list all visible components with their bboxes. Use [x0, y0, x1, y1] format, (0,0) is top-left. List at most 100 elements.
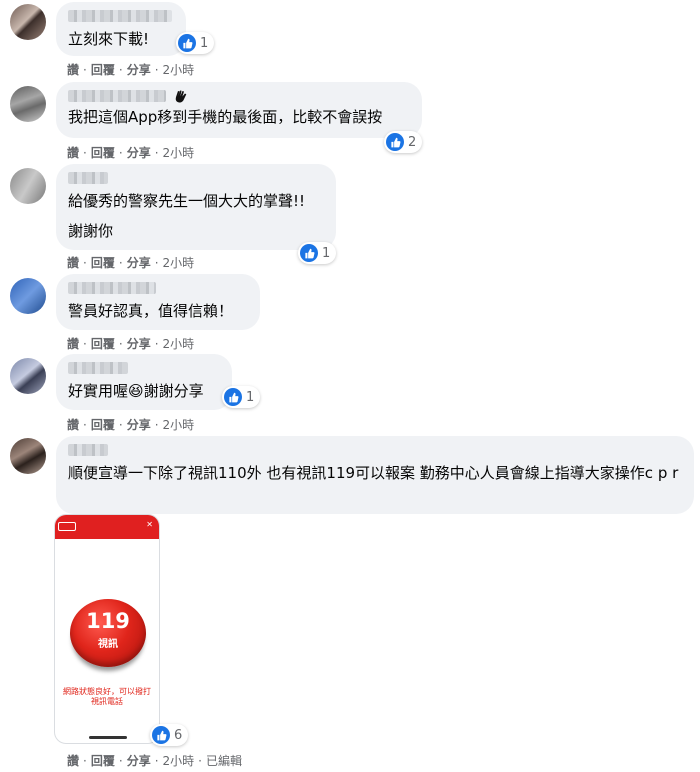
- timestamp[interactable]: 2小時: [163, 416, 195, 433]
- like-link[interactable]: 讚: [67, 144, 79, 161]
- author-name[interactable]: [68, 444, 108, 456]
- separator: ·: [83, 417, 87, 432]
- separator: ·: [83, 753, 87, 768]
- reaction-count: 6: [174, 727, 183, 743]
- comment-actions: 讚 · 回覆 · 分享 · 2小時 · 已編輯: [67, 752, 242, 769]
- like-link[interactable]: 讚: [67, 254, 79, 271]
- reaction-badge[interactable]: 2: [384, 131, 423, 153]
- comment-bubble: 立刻來下載!: [56, 2, 186, 56]
- avatar[interactable]: [10, 168, 46, 204]
- close-icon: ✕: [146, 520, 153, 529]
- status-note: 網路狀態良好，可以撥打視訊電話: [63, 687, 151, 706]
- separator: ·: [154, 62, 159, 77]
- avatar[interactable]: [10, 4, 46, 40]
- separator: ·: [83, 145, 87, 160]
- reaction-count: 1: [322, 245, 331, 261]
- avatar[interactable]: [10, 86, 46, 122]
- author-name[interactable]: [68, 10, 172, 22]
- timestamp[interactable]: 2小時: [163, 61, 195, 78]
- attached-image[interactable]: ✕ 119 視訊 網路狀態良好，可以撥打視訊電話: [54, 514, 160, 744]
- share-link[interactable]: 分享: [127, 335, 151, 352]
- separator: ·: [118, 417, 123, 432]
- separator: ·: [154, 753, 159, 768]
- comment-text: 好實用喔😆謝謝分享: [68, 380, 220, 402]
- reaction-count: 1: [246, 389, 255, 405]
- like-link[interactable]: 讚: [67, 335, 79, 352]
- comment-text: 順便宣導一下除了視訊110外 也有視訊119可以報案 勤務中心人員會線上指導大家…: [68, 464, 679, 482]
- waving-hand-icon: [172, 88, 190, 106]
- share-link[interactable]: 分享: [127, 416, 151, 433]
- separator: ·: [118, 255, 123, 270]
- comment-text: 給優秀的警察先生一個大大的掌聲!!: [68, 192, 306, 210]
- comment-bubble: 我把這個App移到手機的最後面，比較不會誤按: [56, 82, 422, 138]
- thumbs-up-icon: [152, 726, 170, 744]
- reaction-badge[interactable]: 6: [150, 724, 189, 746]
- reply-link[interactable]: 回覆: [91, 335, 115, 352]
- back-button: [58, 522, 76, 531]
- timestamp[interactable]: 2小時: [163, 335, 195, 352]
- separator: ·: [154, 417, 159, 432]
- separator: ·: [154, 145, 159, 160]
- separator: ·: [83, 62, 87, 77]
- share-link[interactable]: 分享: [127, 144, 151, 161]
- like-link[interactable]: 讚: [67, 61, 79, 78]
- comment-bubble: 給優秀的警察先生一個大大的掌聲!! 謝謝你: [56, 164, 336, 250]
- reply-link[interactable]: 回覆: [91, 254, 115, 271]
- share-link[interactable]: 分享: [127, 254, 151, 271]
- reaction-badge[interactable]: 1: [298, 242, 337, 264]
- separator: ·: [118, 145, 123, 160]
- laughing-emoji-icon: 😆: [128, 382, 144, 400]
- author-name[interactable]: [68, 172, 108, 184]
- thumbs-up-icon: [178, 34, 196, 52]
- app-header: ✕: [55, 515, 159, 539]
- thumbs-up-icon: [300, 244, 318, 262]
- separator: ·: [83, 255, 87, 270]
- reply-link[interactable]: 回覆: [91, 416, 115, 433]
- separator: ·: [154, 336, 159, 351]
- comment-text-line2: 謝謝你: [68, 222, 114, 240]
- reply-link[interactable]: 回覆: [91, 752, 115, 769]
- thumbs-up-icon: [386, 133, 404, 151]
- like-link[interactable]: 讚: [67, 752, 79, 769]
- button-number: 119: [86, 609, 130, 633]
- reaction-badge[interactable]: 1: [222, 386, 261, 408]
- author-name[interactable]: [68, 282, 156, 294]
- comment-text: 立刻來下載!: [68, 30, 150, 48]
- comment-bubble: 順便宣導一下除了視訊110外 也有視訊119可以報案 勤務中心人員會線上指導大家…: [56, 436, 694, 514]
- home-indicator: [89, 736, 127, 739]
- timestamp[interactable]: 2小時: [163, 254, 195, 271]
- comment-text-b: 謝謝分享: [143, 382, 204, 400]
- separator: ·: [83, 336, 87, 351]
- reaction-badge[interactable]: 1: [176, 32, 215, 54]
- edited-label: 已編輯: [206, 754, 243, 768]
- comment-text: 警員好認真，值得信賴！: [68, 302, 234, 320]
- timestamp[interactable]: 2小時: [163, 752, 195, 769]
- share-link[interactable]: 分享: [127, 61, 151, 78]
- separator: ·: [154, 255, 159, 270]
- thumbs-up-icon: [224, 388, 242, 406]
- like-link[interactable]: 讚: [67, 416, 79, 433]
- avatar[interactable]: [10, 278, 46, 314]
- separator: ·: [118, 753, 123, 768]
- separator: ·: [198, 753, 202, 768]
- reply-link[interactable]: 回覆: [91, 144, 115, 161]
- reaction-count: 2: [408, 134, 417, 150]
- comment-actions: 讚 · 回覆 · 分享 · 2小時: [67, 144, 194, 161]
- author-name[interactable]: [68, 362, 128, 374]
- comment-actions: 讚 · 回覆 · 分享 · 2小時: [67, 61, 194, 78]
- comment-text-a: 好實用喔: [68, 382, 129, 400]
- avatar[interactable]: [10, 438, 46, 474]
- share-link[interactable]: 分享: [127, 752, 151, 769]
- avatar[interactable]: [10, 358, 46, 394]
- reaction-count: 1: [200, 35, 209, 51]
- separator: ·: [118, 336, 123, 351]
- timestamp[interactable]: 2小時: [163, 144, 195, 161]
- comment-actions: 讚 · 回覆 · 分享 · 2小時: [67, 416, 194, 433]
- separator: ·: [118, 62, 123, 77]
- comment-bubble: 警員好認真，值得信賴！: [56, 274, 260, 330]
- reply-link[interactable]: 回覆: [91, 61, 115, 78]
- author-name[interactable]: [68, 90, 166, 102]
- comment-actions: 讚 · 回覆 · 分享 · 2小時: [67, 335, 194, 352]
- comment-text: 我把這個App移到手機的最後面，比較不會誤按: [68, 108, 383, 126]
- button-label: 視訊: [98, 639, 118, 650]
